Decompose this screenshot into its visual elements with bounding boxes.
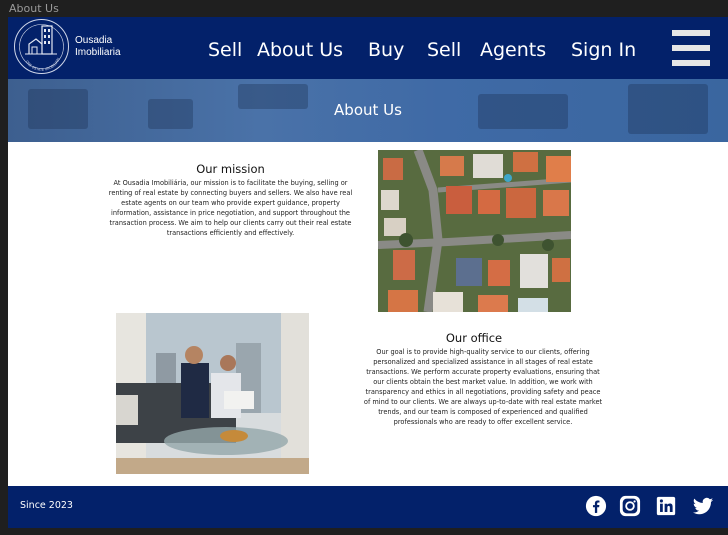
facebook-icon[interactable]: [585, 495, 607, 517]
site-footer: Since 2023: [8, 486, 728, 528]
mission-text: At Ousadia Imobiliária, our mission is t…: [108, 179, 353, 237]
mission-title: Our mission: [196, 162, 265, 176]
hero-banner: About Us: [8, 79, 728, 142]
aerial-neighborhood-image: [378, 150, 571, 312]
brand-line-2: Imobiliaria: [75, 47, 121, 58]
nav-agents[interactable]: Agents: [480, 39, 546, 61]
nav-sell[interactable]: Sell: [208, 39, 242, 61]
svg-text:ONE ESTATE IMOBILIÁRIA: ONE ESTATE IMOBILIÁRIA: [15, 20, 61, 72]
hamburger-menu-icon[interactable]: [672, 30, 712, 66]
brand-line-1: Ousadia: [75, 35, 113, 46]
nav-about-us[interactable]: About Us: [257, 39, 343, 61]
nav-sign-in[interactable]: Sign In: [571, 39, 636, 61]
logo[interactable]: ONE ESTATE IMOBILIÁRIA: [14, 19, 69, 74]
office-title: Our office: [445, 331, 503, 345]
nav-buy[interactable]: Buy: [368, 39, 404, 61]
twitter-icon[interactable]: [692, 495, 714, 517]
site-header: ONE ESTATE IMOBILIÁRIA Ousadia Imobiliar…: [8, 17, 728, 79]
page-frame: ONE ESTATE IMOBILIÁRIA Ousadia Imobiliar…: [8, 17, 728, 528]
linkedin-icon[interactable]: [655, 495, 677, 517]
building-logo-icon: ONE ESTATE IMOBILIÁRIA: [15, 20, 64, 72]
nav-sell-2[interactable]: Sell: [427, 39, 461, 61]
window-tab-title: About Us: [9, 2, 59, 15]
since-text: Since 2023: [20, 500, 73, 511]
office-meeting-image: [116, 313, 309, 474]
office-text: Our goal is to provide high-quality serv…: [363, 348, 603, 426]
page-title: About Us: [334, 101, 402, 119]
logo-ring-text: ONE ESTATE IMOBILIÁRIA: [15, 20, 61, 72]
brand-name: Ousadia Imobiliaria: [75, 35, 121, 59]
instagram-icon[interactable]: [619, 495, 641, 517]
